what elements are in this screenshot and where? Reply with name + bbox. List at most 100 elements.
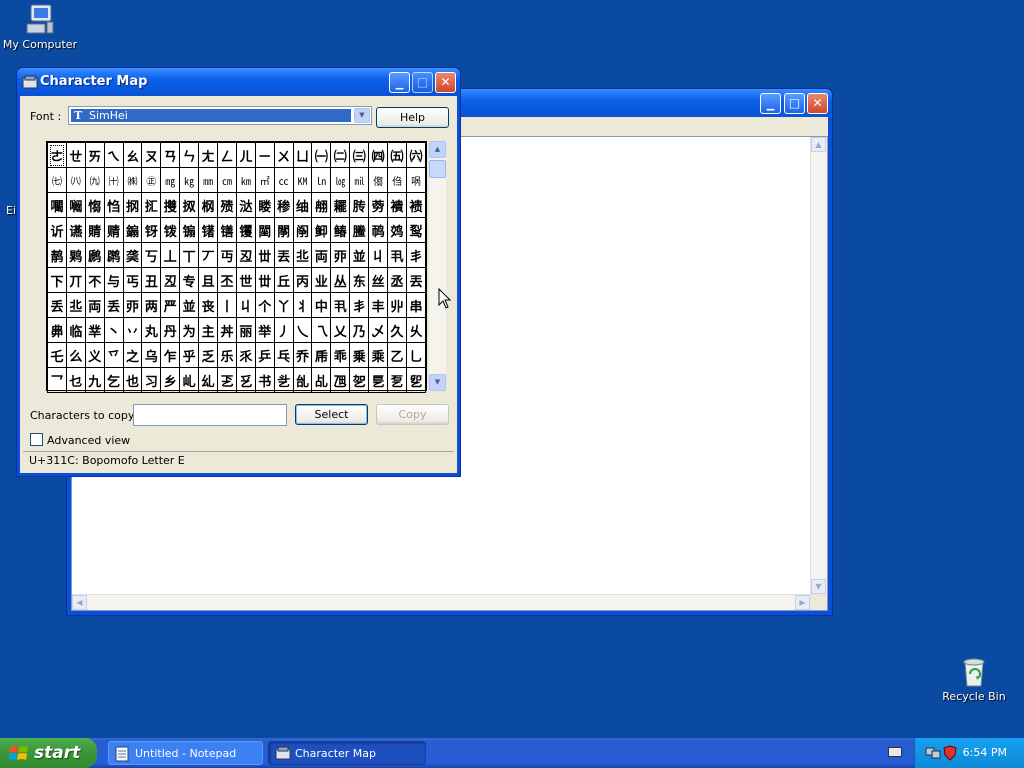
character-cell[interactable]: 䦆 xyxy=(235,217,256,243)
character-cell[interactable]: 乇 xyxy=(47,342,67,368)
character-cell[interactable]: 丒 xyxy=(160,267,181,293)
security-shield-icon[interactable] xyxy=(943,745,957,761)
character-cell[interactable]: 䝼 xyxy=(84,217,105,243)
character-cell[interactable]: 丌 xyxy=(65,267,86,293)
character-cell[interactable]: 䶮 xyxy=(122,242,143,268)
character-cell[interactable]: 乤 xyxy=(217,367,237,393)
character-cell[interactable]: ㎝ xyxy=(217,167,237,193)
character-cell[interactable]: 乞 xyxy=(103,367,124,393)
character-cell[interactable]: 丧 xyxy=(198,292,219,318)
character-cell[interactable]: 䲢 xyxy=(349,217,370,243)
character-cell[interactable]: ㈧ xyxy=(65,167,86,193)
character-cell[interactable]: ㄟ xyxy=(103,142,124,168)
character-cell[interactable]: 主 xyxy=(198,317,219,343)
character-cell[interactable]: 並 xyxy=(179,292,200,318)
character-cell[interactable]: 乏 xyxy=(198,342,219,368)
character-cell[interactable]: 䞍 xyxy=(103,217,124,243)
character-cell[interactable]: 乑 xyxy=(235,342,256,368)
character-cell[interactable]: 丯 xyxy=(405,242,427,268)
character-cell[interactable]: 䦛 xyxy=(273,217,294,243)
clock[interactable]: 6:54 PM xyxy=(963,746,1007,759)
character-cell[interactable]: 丽 xyxy=(235,317,256,343)
character-cell[interactable]: 㖞 xyxy=(405,167,427,193)
notepad-vertical-scrollbar[interactable]: ▲ ▼ xyxy=(810,137,827,594)
character-cell[interactable]: 乩 xyxy=(311,367,332,393)
taskbar-item-character-map[interactable]: Character Map xyxy=(268,741,426,765)
character-cell[interactable]: ㈩ xyxy=(103,167,124,193)
character-cell[interactable]: 丫 xyxy=(273,292,294,318)
scroll-right-icon[interactable]: ▶ xyxy=(795,595,810,610)
character-cell[interactable]: ㎡ xyxy=(254,167,275,193)
character-cell[interactable]: 丟 xyxy=(273,242,294,268)
character-cell[interactable]: 东 xyxy=(349,267,370,293)
advanced-view-checkbox[interactable] xyxy=(30,433,43,446)
character-cell[interactable]: ㈠ xyxy=(311,142,332,168)
character-cell[interactable]: 乓 xyxy=(273,342,294,368)
character-cell[interactable]: 䦃 xyxy=(198,217,219,243)
character-cell[interactable]: 丨 xyxy=(217,292,237,318)
character-cell[interactable]: 九 xyxy=(84,367,105,393)
select-button[interactable]: Select xyxy=(295,404,368,425)
scroll-down-icon[interactable]: ▼ xyxy=(811,579,826,594)
character-cell[interactable]: 个 xyxy=(254,292,275,318)
character-cell[interactable]: ㈣ xyxy=(368,142,389,168)
character-cell[interactable]: 䏝 xyxy=(349,192,370,218)
character-cell[interactable]: 䲠 xyxy=(330,217,351,243)
character-cell[interactable]: 丘 xyxy=(273,267,294,293)
character-cell[interactable]: ㄤ xyxy=(198,142,219,168)
character-cell[interactable]: 丢 xyxy=(47,292,67,318)
character-cell[interactable]: 丱 xyxy=(387,292,407,318)
character-cell[interactable]: 世 xyxy=(235,267,256,293)
character-cell[interactable]: 乫 xyxy=(349,367,370,393)
character-cell[interactable]: 乌 xyxy=(141,342,162,368)
character-cell[interactable]: 久 xyxy=(387,317,407,343)
character-cell[interactable]: ㏑ xyxy=(311,167,332,193)
character-cell[interactable]: 丿 xyxy=(273,317,294,343)
charmap-close-button[interactable]: ✕ xyxy=(435,72,456,93)
character-cell[interactable]: ㈡ xyxy=(330,142,351,168)
character-cell[interactable]: 㑇 xyxy=(387,167,407,193)
character-cell[interactable]: 䦟 xyxy=(254,217,275,243)
character-cell[interactable]: 下 xyxy=(47,267,67,293)
character-cell[interactable]: 为 xyxy=(179,317,200,343)
character-cell[interactable]: 义 xyxy=(84,342,105,368)
character-cell[interactable]: 丼 xyxy=(217,317,237,343)
grid-vertical-scrollbar[interactable]: ▲ ▼ xyxy=(429,141,446,391)
character-cell[interactable]: 乀 xyxy=(292,317,313,343)
character-cell[interactable]: 丩 xyxy=(235,292,256,318)
taskbar-item-notepad[interactable]: Untitled - Notepad xyxy=(108,741,263,765)
character-cell[interactable]: 並 xyxy=(349,242,370,268)
character-cell[interactable]: ㄦ xyxy=(235,142,256,168)
character-cell[interactable]: 业 xyxy=(311,267,332,293)
character-cell[interactable]: 乖 xyxy=(330,342,351,368)
character-cell[interactable]: 䜩 xyxy=(65,217,86,243)
character-cell[interactable]: 䦅 xyxy=(217,217,237,243)
character-cell[interactable]: 丙 xyxy=(292,267,313,293)
character-cell[interactable]: 之 xyxy=(122,342,143,368)
character-cell[interactable]: 丏 xyxy=(217,242,237,268)
character-cell[interactable]: 乜 xyxy=(65,367,86,393)
character-cell[interactable]: 㘎 xyxy=(65,192,86,218)
character-cell[interactable]: 丆 xyxy=(198,242,219,268)
character-cell[interactable]: 䴖 xyxy=(47,242,67,268)
character-cell[interactable]: 乁 xyxy=(311,317,332,343)
character-cell[interactable]: ㄥ xyxy=(217,142,237,168)
character-cell[interactable]: ㄢ xyxy=(160,142,181,168)
advanced-view-label[interactable]: Advanced view xyxy=(47,434,130,447)
character-cell[interactable]: 乮 xyxy=(405,367,427,393)
character-cell[interactable]: ㄧ xyxy=(254,142,275,168)
font-dropdown[interactable]: T SimHei ▼ xyxy=(68,106,372,125)
character-cell[interactable]: 乢 xyxy=(179,367,200,393)
character-cell[interactable]: 䦂 xyxy=(179,217,200,243)
chevron-down-icon[interactable]: ▼ xyxy=(354,108,370,123)
character-cell[interactable]: ㏎ xyxy=(292,167,313,193)
scroll-thumb[interactable] xyxy=(429,160,446,178)
character-cell[interactable]: 乚 xyxy=(405,342,427,368)
keyboard-icon[interactable] xyxy=(888,747,902,757)
character-cell[interactable]: 㘚 xyxy=(47,192,67,218)
character-cell[interactable]: 乡 xyxy=(160,367,181,393)
character-cell[interactable]: 丣 xyxy=(330,242,351,268)
character-cell[interactable]: ㈥ xyxy=(405,142,427,168)
character-cell[interactable]: 䜣 xyxy=(47,217,67,243)
character-cell[interactable]: 临 xyxy=(65,317,86,343)
